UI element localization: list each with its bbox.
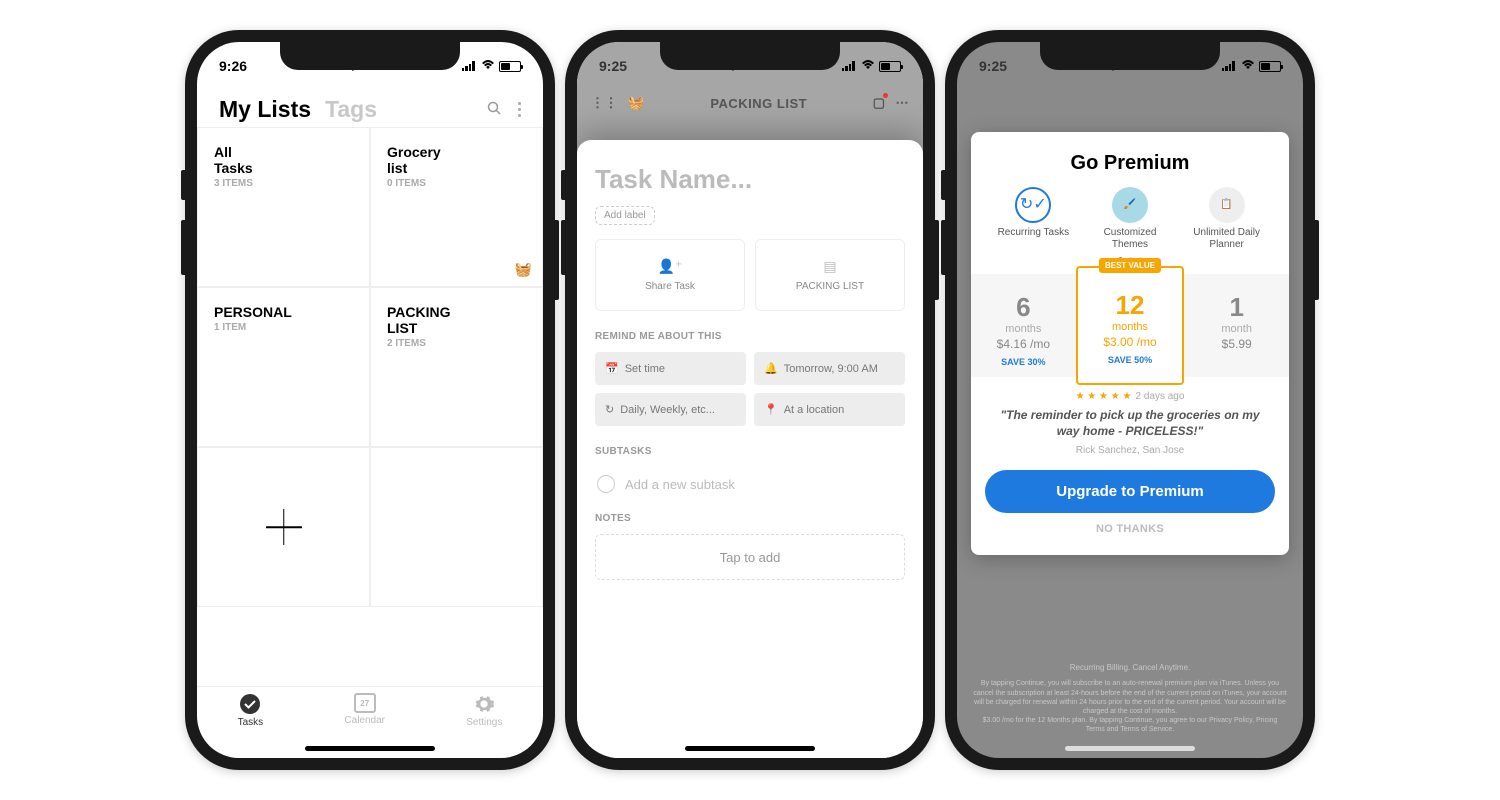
more-icon[interactable] [518, 102, 521, 117]
best-value-badge: BEST VALUE [1099, 258, 1161, 273]
notes-section-header: NOTES [595, 513, 905, 524]
status-time: 9:25 [979, 58, 1007, 74]
home-indicator[interactable] [305, 746, 435, 751]
wifi-icon [861, 59, 875, 73]
tabbar-tasks[interactable]: Tasks [238, 693, 264, 728]
upgrade-button[interactable]: Upgrade to Premium [985, 470, 1275, 513]
planner-icon: 📋 [1209, 187, 1245, 223]
notification-icon[interactable]: ▢ [873, 95, 886, 111]
add-list-button[interactable] [197, 447, 370, 607]
header-title: PACKING LIST [655, 96, 863, 111]
list-subtitle: 3 ITEMS [214, 178, 353, 189]
add-subtask-input[interactable]: Add a new subtask [595, 467, 905, 513]
signal-icon [462, 61, 477, 71]
phone-frame-3: 9:25 ↗ Go Premium ↻✓ Recurring Tasks 🖌️ … [945, 30, 1315, 770]
list-title: Grocery list [387, 144, 457, 176]
list-title: All Tasks [214, 144, 274, 176]
signal-icon [1222, 61, 1237, 71]
home-indicator[interactable] [685, 746, 815, 751]
feature-planner: 📋 Unlimited Daily Planner [1187, 187, 1267, 251]
premium-card: Go Premium ↻✓ Recurring Tasks 🖌️ Customi… [971, 132, 1289, 555]
plan-6-months[interactable]: 6 months $4.16 /mo SAVE 30% [971, 274, 1076, 377]
empty-cell [370, 447, 543, 607]
review-author: Rick Sanchez, San Jose [985, 445, 1275, 456]
battery-icon [879, 61, 901, 72]
signal-icon [842, 61, 857, 71]
recurring-icon: ↻✓ [1015, 187, 1051, 223]
review-rating: ★ ★ ★ ★ ★2 days ago [985, 391, 1275, 402]
menu-grid-icon[interactable]: ⋮⋮ [591, 95, 618, 111]
themes-icon: 🖌️ [1112, 187, 1148, 223]
tabbar-settings[interactable]: Settings [466, 693, 502, 728]
list-icon: ▤ [823, 258, 836, 275]
basket-icon: 🧺 [515, 261, 532, 278]
list-subtitle: 0 ITEMS [387, 178, 526, 189]
list-grocery[interactable]: Grocery list 0 ITEMS 🧺 [370, 127, 543, 287]
feature-recurring: ↻✓ Recurring Tasks [993, 187, 1073, 251]
gear-icon [473, 693, 495, 715]
phone-frame-2: 9:25 ↗ ⋮⋮ 🧺 PACKING LIST ▢ ⋯ Task Name..… [565, 30, 935, 770]
tomorrow-chip[interactable]: 🔔Tomorrow, 9:00 AM [754, 352, 905, 385]
remind-section-header: REMIND ME ABOUT THIS [595, 331, 905, 342]
feature-themes: 🖌️ Customized Themes [1090, 187, 1170, 251]
list-all-tasks[interactable]: All Tasks 3 ITEMS [197, 127, 370, 287]
check-circle-icon [239, 693, 261, 715]
tab-tags[interactable]: Tags [325, 96, 377, 123]
list-title: PACKING LIST [387, 304, 467, 336]
repeat-chip[interactable]: ↻Daily, Weekly, etc... [595, 393, 746, 426]
add-label-button[interactable]: Add label [595, 206, 655, 225]
bell-icon: 🔔 [764, 362, 778, 375]
share-task-button[interactable]: 👤⁺ Share Task [595, 239, 745, 311]
battery-icon [1259, 61, 1281, 72]
share-icon: 👤⁺ [658, 258, 683, 275]
location-chip[interactable]: 📍At a location [754, 393, 905, 426]
status-time: 9:26 [219, 58, 247, 74]
task-sheet: Task Name... Add label 👤⁺ Share Task ▤ P… [577, 140, 923, 758]
tabbar-calendar[interactable]: 27 Calendar [344, 693, 385, 726]
list-subtitle: 2 ITEMS [387, 338, 526, 349]
checkbox-empty-icon [597, 475, 615, 493]
task-name-input[interactable]: Task Name... [595, 164, 905, 195]
search-icon[interactable] [486, 100, 502, 119]
status-time: 9:25 [599, 58, 627, 74]
location-icon: 📍 [764, 403, 778, 416]
home-indicator[interactable] [1065, 746, 1195, 751]
wifi-icon [1241, 59, 1255, 73]
premium-title: Go Premium [985, 152, 1275, 175]
plan-12-months[interactable]: BEST VALUE 12 months $3.00 /mo SAVE 50% [1076, 266, 1185, 385]
notes-input[interactable]: Tap to add [595, 534, 905, 580]
battery-icon [499, 61, 521, 72]
plan-1-month[interactable]: 1 month $5.99 [1184, 274, 1289, 377]
repeat-icon: ↻ [605, 403, 614, 416]
wifi-icon [481, 59, 495, 73]
fine-print: Recurring Billing. Cancel Anytime. By ta… [973, 663, 1287, 734]
tab-my-lists[interactable]: My Lists [219, 96, 311, 123]
plus-icon [266, 509, 302, 545]
list-subtitle: 1 ITEM [214, 322, 353, 333]
list-personal[interactable]: PERSONAL 1 ITEM [197, 287, 370, 447]
calendar-icon: 27 [354, 693, 376, 713]
calendar-icon: 📅 [605, 362, 619, 375]
set-time-chip[interactable]: 📅Set time [595, 352, 746, 385]
list-packing[interactable]: PACKING LIST 2 ITEMS [370, 287, 543, 447]
basket-icon[interactable]: 🧺 [628, 95, 645, 111]
list-title: PERSONAL [214, 304, 353, 320]
review-quote: "The reminder to pick up the groceries o… [985, 408, 1275, 439]
no-thanks-button[interactable]: NO THANKS [985, 523, 1275, 535]
subtasks-section-header: SUBTASKS [595, 446, 905, 457]
chat-icon[interactable]: ⋯ [896, 95, 910, 111]
phone-frame-1: 9:26 ↗ My Lists Tags All Tasks 3 ITEMS [185, 30, 555, 770]
list-selector-button[interactable]: ▤ PACKING LIST [755, 239, 905, 311]
